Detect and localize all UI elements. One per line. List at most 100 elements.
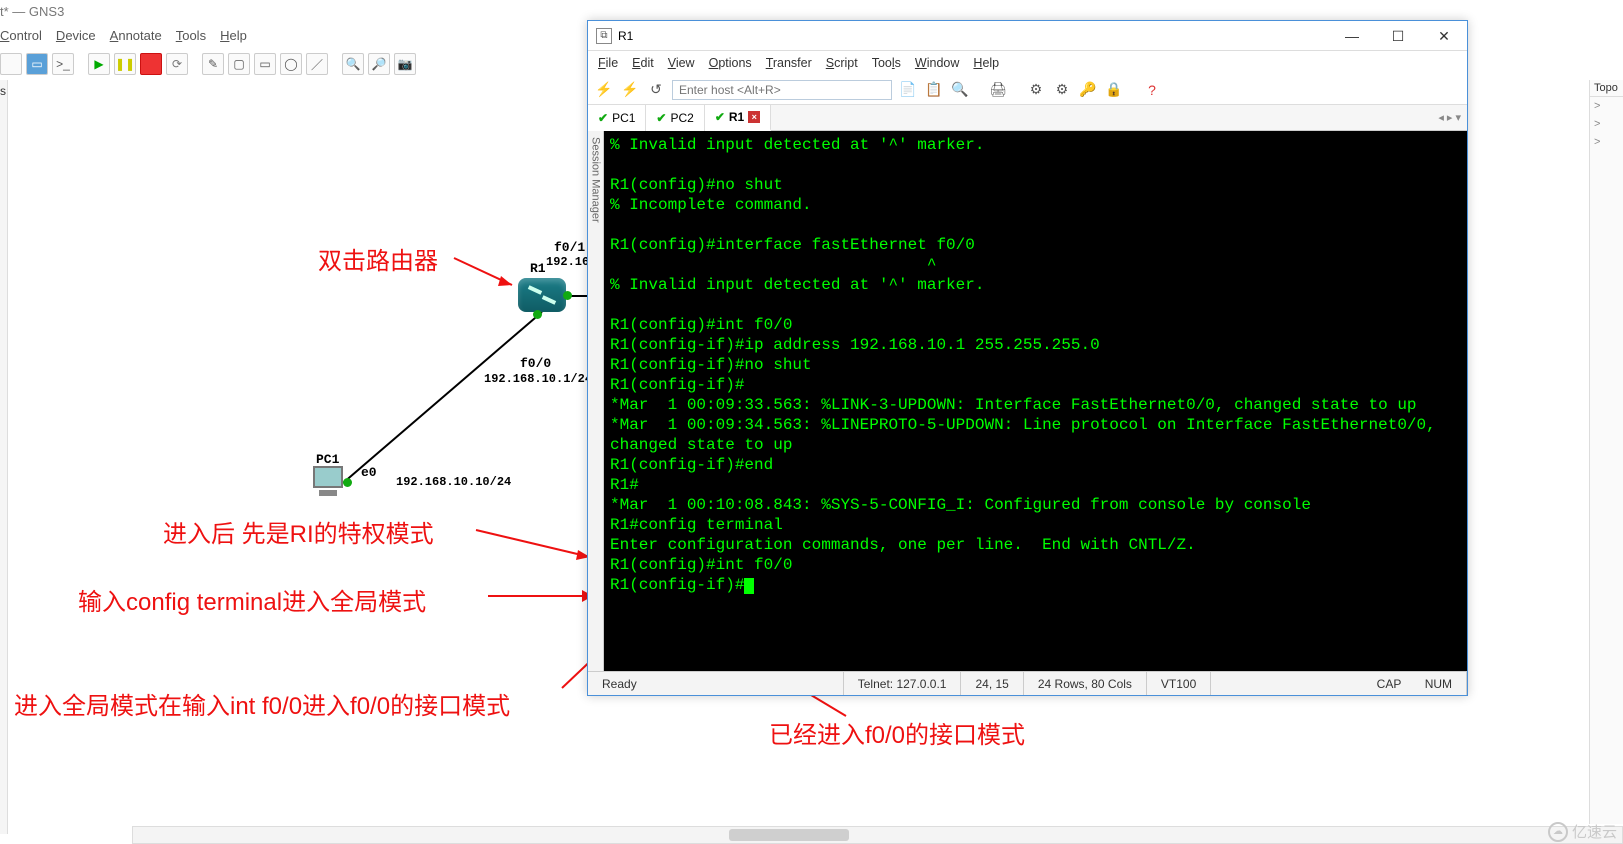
check-icon: ✔ — [715, 110, 725, 124]
crt-statusbar: Ready Telnet: 127.0.0.1 24, 15 24 Rows, … — [588, 671, 1467, 695]
paste-icon[interactable]: 📋 — [924, 80, 944, 100]
terminal-output[interactable]: % Invalid input detected at '^' marker. … — [604, 131, 1467, 671]
watermark: ☁ 亿速云 — [1548, 821, 1617, 842]
image-icon[interactable]: ▢ — [228, 53, 250, 75]
tool-blank-icon[interactable] — [0, 53, 22, 75]
status-connection: Telnet: 127.0.0.1 — [844, 672, 962, 695]
quick-connect-icon[interactable]: ⚡ — [620, 80, 640, 100]
port-dot-right — [563, 291, 572, 300]
tab-nav-arrows[interactable]: ◂ ▸ ▾ — [1432, 111, 1467, 124]
session-gear-icon[interactable]: ⚙ — [1052, 80, 1072, 100]
status-size: 24 Rows, 80 Cols — [1024, 672, 1147, 695]
pc-label: PC1 — [316, 452, 339, 467]
tab-pc2[interactable]: ✔ PC2 — [646, 105, 704, 131]
topo-row[interactable]: > — [1590, 97, 1623, 115]
reload-icon[interactable]: ⟳ — [166, 53, 188, 75]
help-icon[interactable]: ? — [1142, 80, 1162, 100]
stop-icon[interactable] — [140, 53, 162, 75]
menu-annotate[interactable]: Annotate — [110, 28, 162, 43]
connect-icon[interactable]: ⚡ — [594, 80, 614, 100]
menu-tools[interactable]: Tools — [176, 28, 206, 43]
anno-in-interface: 已经进入f0/0的接口模式 — [769, 715, 1025, 750]
topo-header: Topo — [1590, 80, 1623, 97]
menu-help[interactable]: Help — [220, 28, 247, 43]
topology-summary-panel: Topo > > > — [1589, 80, 1623, 824]
pc-node[interactable] — [310, 466, 346, 500]
crt-menu-window[interactable]: Window — [915, 56, 959, 70]
crt-titlebar[interactable]: ⧉ R1 — ☐ ✕ — [588, 21, 1467, 51]
anno-privileged: 进入后 先是RI的特权模式 — [163, 514, 434, 549]
print-icon[interactable]: 🖨 — [988, 80, 1008, 100]
watermark-text: 亿速云 — [1572, 821, 1617, 842]
crt-title: R1 — [618, 29, 633, 43]
shape-circle-icon[interactable]: ◯ — [280, 53, 302, 75]
crt-menu-edit[interactable]: Edit — [632, 56, 654, 70]
if1-label: f0/1 — [554, 240, 585, 255]
tab-label: R1 — [729, 110, 744, 124]
key-icon[interactable]: 🔑 — [1078, 80, 1098, 100]
router-label: R1 — [530, 261, 546, 276]
reconnect-icon[interactable]: ↺ — [646, 80, 666, 100]
crt-menu-transfer[interactable]: Transfer — [766, 56, 812, 70]
tab-label: PC2 — [670, 111, 693, 125]
cloud-icon: ☁ — [1548, 822, 1568, 842]
maximize-button[interactable]: ☐ — [1375, 21, 1421, 51]
status-emulation: VT100 — [1147, 672, 1211, 695]
tool-term-icon[interactable]: >_ — [52, 53, 74, 75]
note-icon[interactable]: ✎ — [202, 53, 224, 75]
minimize-button[interactable]: — — [1329, 21, 1375, 51]
zoom-in-icon[interactable]: 🔍 — [342, 53, 364, 75]
close-button[interactable]: ✕ — [1421, 21, 1467, 51]
crt-tabbar: ✔PC1 ✔ PC2 ✔ R1 × ◂ ▸ ▾ — [588, 105, 1467, 131]
check-icon: ✔ — [656, 111, 666, 125]
status-locks: CAP NUM — [1211, 672, 1467, 695]
copy-icon[interactable]: 📄 — [898, 80, 918, 100]
session-manager-label: Session Manager — [590, 131, 602, 223]
pc-if: e0 — [361, 465, 377, 480]
topo-row[interactable]: > — [1590, 133, 1623, 151]
settings-gear-icon[interactable]: ⚙ — [1026, 80, 1046, 100]
find-icon[interactable]: 🔍 — [950, 80, 970, 100]
gns3-menubar: Control Device Annotate Tools Help — [0, 28, 247, 43]
crt-menu-tools[interactable]: Tools — [872, 56, 901, 70]
if0-net: 192.168.10.1/24 — [484, 372, 592, 386]
play-icon[interactable]: ▶ — [88, 53, 110, 75]
port-dot-bottom — [533, 310, 542, 319]
if0-label: f0/0 — [520, 356, 551, 371]
app-icon: ⧉ — [596, 28, 612, 44]
crt-menu-script[interactable]: Script — [826, 56, 858, 70]
gns3-toolbar: ▭ >_ ▶ ❚❚ ⟳ ✎ ▢ ▭ ◯ ／ 🔍 🔎 📷 — [0, 50, 416, 78]
tool-console-icon[interactable]: ▭ — [26, 53, 48, 75]
screenshot-icon[interactable]: 📷 — [394, 53, 416, 75]
topo-row[interactable]: > — [1590, 115, 1623, 133]
status-ready: Ready — [588, 672, 844, 695]
horizontal-scrollbar[interactable] — [132, 826, 1623, 844]
session-manager-panel[interactable]: Session Manager — [588, 131, 604, 671]
lock-icon[interactable]: 🔒 — [1104, 80, 1124, 100]
host-input[interactable] — [672, 80, 892, 100]
anno-doubleclick: 双击路由器 — [318, 241, 438, 276]
gns3-left-bar — [0, 80, 8, 834]
anno-config-t: 输入config terminal进入全局模式 — [78, 582, 426, 617]
line-icon[interactable]: ／ — [306, 53, 328, 75]
crt-menu-options[interactable]: Options — [709, 56, 752, 70]
gns3-window-title: t* — GNS3 — [0, 4, 64, 19]
crt-menu-file[interactable]: File — [598, 56, 618, 70]
pause-icon[interactable]: ❚❚ — [114, 53, 136, 75]
crt-toolbar: ⚡ ⚡ ↺ 📄 📋 🔍 🖨 ⚙ ⚙ 🔑 🔒 ? — [588, 75, 1467, 105]
crt-menu-view[interactable]: View — [668, 56, 695, 70]
close-tab-icon[interactable]: × — [748, 111, 760, 123]
tab-pc1[interactable]: ✔PC1 — [588, 105, 646, 131]
crt-menubar: File Edit View Options Transfer Script T… — [588, 51, 1467, 75]
zoom-out-icon[interactable]: 🔎 — [368, 53, 390, 75]
router-node[interactable] — [518, 278, 566, 312]
tab-r1[interactable]: ✔ R1 × — [705, 105, 771, 131]
menu-device[interactable]: Device — [56, 28, 96, 43]
gns3-side-label: s — [0, 84, 6, 98]
securecrt-window: ⧉ R1 — ☐ ✕ File Edit View Options Transf… — [587, 20, 1468, 696]
anno-int-mode: 进入全局模式在输入int f0/0进入f0/0的接口模式 — [14, 686, 510, 721]
menu-control[interactable]: Control — [0, 28, 42, 43]
crt-menu-help[interactable]: Help — [973, 56, 999, 70]
shape-rect-icon[interactable]: ▭ — [254, 53, 276, 75]
check-icon: ✔ — [598, 111, 608, 125]
